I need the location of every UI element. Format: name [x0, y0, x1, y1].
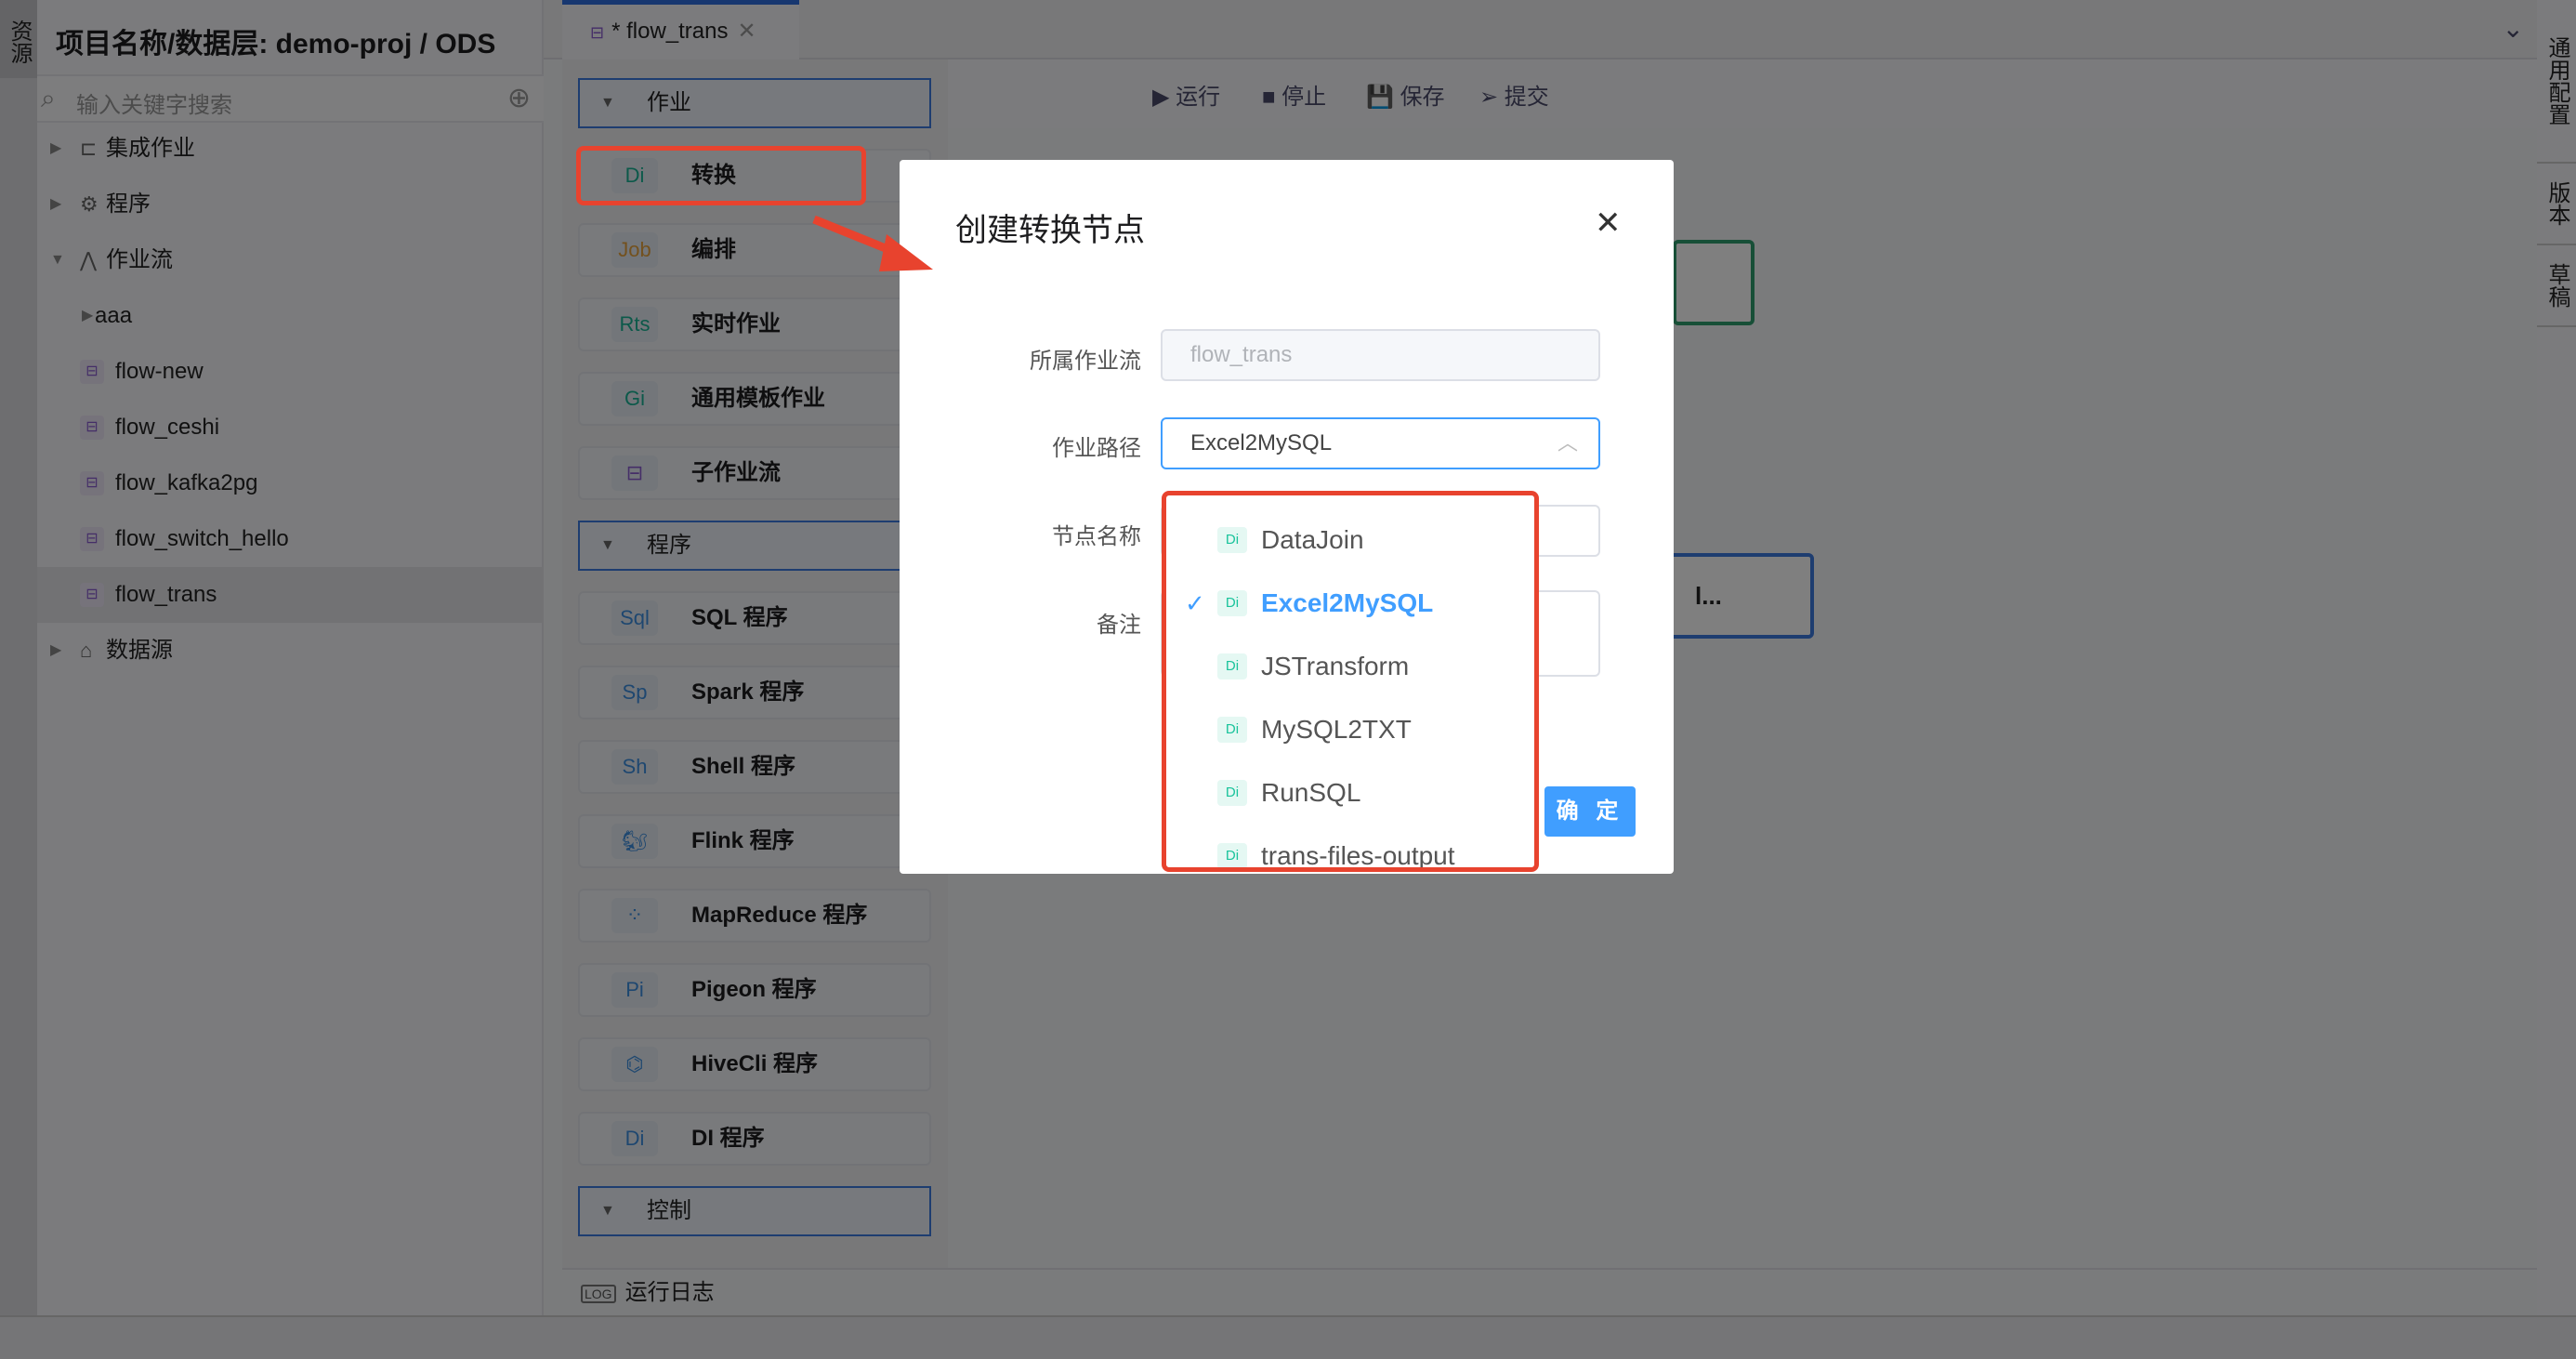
option-label: DataJoin [1261, 525, 1364, 554]
job-path-label: 作业路径 [1052, 436, 1141, 461]
job-path-value: Excel2MySQL [1190, 430, 1333, 455]
dropdown-option[interactable]: Di JSTransform [1166, 635, 1534, 698]
option-label: JSTransform [1261, 652, 1410, 680]
dropdown-option[interactable]: Di trans-files-output [1166, 825, 1534, 870]
node-name-label: 节点名称 [1052, 524, 1141, 549]
dropdown-option[interactable]: ✓ Di Excel2MySQL [1166, 572, 1534, 635]
close-icon[interactable]: ✕ [1595, 205, 1622, 242]
workflow-label: 所属作业流 [1030, 349, 1141, 374]
confirm-button[interactable]: 确 定 [1544, 786, 1636, 837]
annotation-arrow-icon [812, 215, 933, 271]
option-label: RunSQL [1261, 778, 1361, 807]
remark-label: 备注 [1097, 613, 1141, 638]
di-badge-icon: Di [1217, 653, 1247, 680]
di-badge-icon: Di [1217, 843, 1247, 867]
di-badge-icon: Di [1217, 780, 1247, 806]
option-label: trans-files-output [1261, 841, 1455, 870]
annotation-highlight-box [576, 146, 866, 205]
chevron-up-icon: ︿ [1557, 431, 1578, 455]
job-path-dropdown: Di DataJoin ✓ Di Excel2MySQL Di JSTransform Di M… [1162, 491, 1539, 872]
dropdown-option[interactable]: Di RunSQL [1166, 761, 1534, 825]
dropdown-option[interactable]: Di MySQL2TXT [1166, 698, 1534, 761]
check-icon: ✓ [1185, 589, 1205, 617]
dropdown-option[interactable]: Di DataJoin [1166, 508, 1534, 572]
option-label: MySQL2TXT [1261, 715, 1412, 744]
option-label: Excel2MySQL [1261, 588, 1434, 617]
di-badge-icon: Di [1217, 527, 1247, 553]
workflow-field: flow_trans [1161, 329, 1600, 381]
dialog-title: 创建转换节点 [955, 213, 1145, 248]
di-badge-icon: Di [1217, 590, 1247, 616]
di-badge-icon: Di [1217, 717, 1247, 743]
job-path-select[interactable]: Excel2MySQL ︿ [1161, 417, 1600, 469]
